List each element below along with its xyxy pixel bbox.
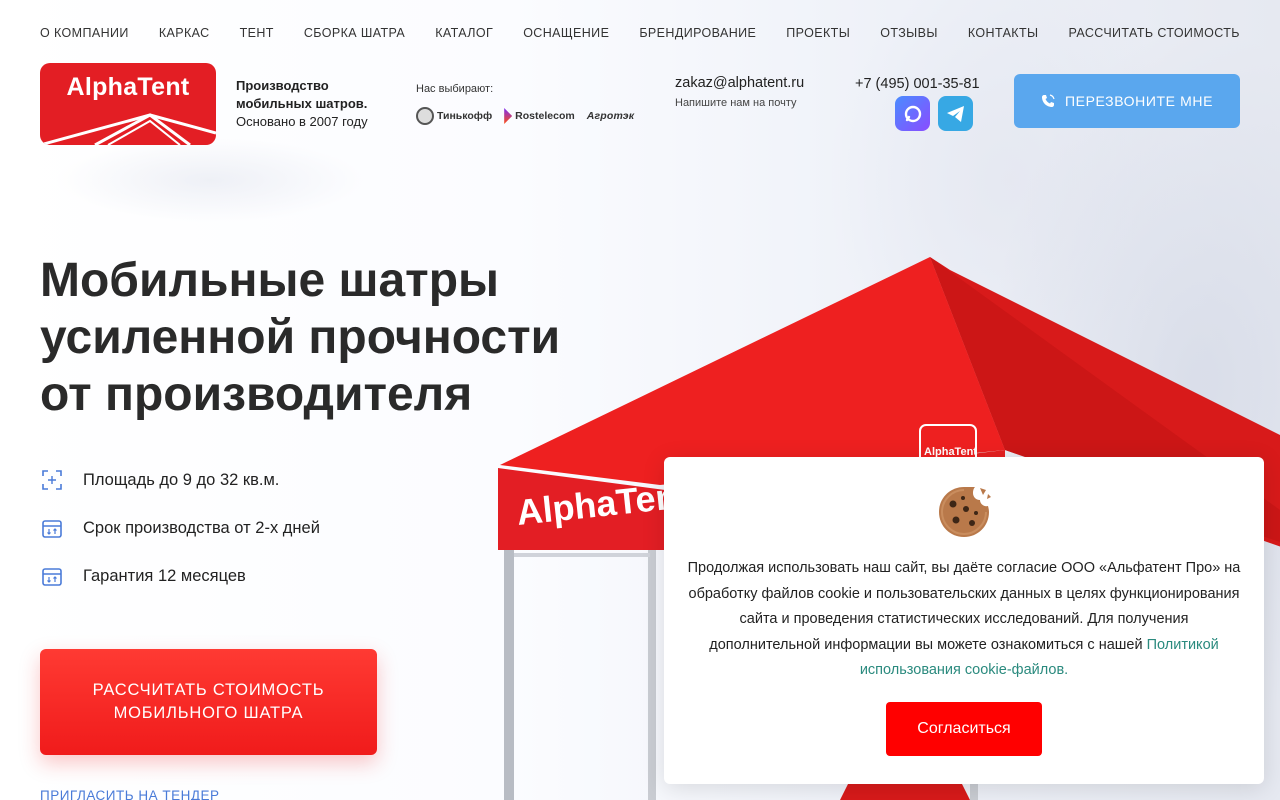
phone-icon xyxy=(1041,94,1055,107)
nav-item-catalog[interactable]: КАТАЛОГ xyxy=(435,26,493,40)
nav-item-branding[interactable]: БРЕНДИРОВАНИЕ xyxy=(639,26,756,40)
cta-line-1: РАССЧИТАТЬ СТОИМОСТЬ xyxy=(92,681,325,699)
client-tinkoff-name: Тинькофф xyxy=(437,110,493,122)
company-tagline: Производство мобильных шатров. Основано … xyxy=(236,77,368,131)
nav-item-assembly[interactable]: СБОРКА ШАТРА xyxy=(304,26,405,40)
feature-warranty: Гарантия 12 месяцев xyxy=(40,564,320,588)
nav-item-frame[interactable]: КАРКАС xyxy=(159,26,210,40)
max-icon xyxy=(904,105,921,122)
feature-production-time-text: Срок производства от 2-х дней xyxy=(83,518,320,537)
area-icon xyxy=(40,468,64,492)
callback-button[interactable]: ПЕРЕЗВОНИТЕ МНЕ xyxy=(1014,74,1240,128)
email-link[interactable]: zakaz@alphatent.ru xyxy=(675,75,804,91)
telegram-button[interactable] xyxy=(938,96,973,131)
client-logos: Тинькофф Rostelecom Агротэк xyxy=(416,107,634,125)
hero-title-line-2: усиленной прочности xyxy=(40,311,561,364)
tagline-line-1: Производство xyxy=(236,78,329,93)
max-messenger-button[interactable] xyxy=(895,96,930,131)
email-block: zakaz@alphatent.ru Напишите нам на почту xyxy=(675,75,804,109)
nav-item-calculate[interactable]: РАССЧИТАТЬ СТОИМОСТЬ xyxy=(1069,26,1240,40)
nav-item-projects[interactable]: ПРОЕКТЫ xyxy=(786,26,850,40)
tagline-line-3: Основано в 2007 году xyxy=(236,114,368,129)
nav-item-tent[interactable]: ТЕНТ xyxy=(240,26,274,40)
feature-production-time: Срок производства от 2-х дней xyxy=(40,516,320,540)
invite-to-tender-link[interactable]: ПРИГЛАСИТЬ НА ТЕНДЕР xyxy=(40,788,220,800)
hero-title-line-3: от производителя xyxy=(40,368,473,421)
agree-button[interactable]: Согласиться xyxy=(886,702,1042,756)
alphatent-logo[interactable]: AlphaTent xyxy=(40,63,216,145)
cta-line-2: МОБИЛЬНОГО ШАТРА xyxy=(113,704,304,722)
tagline-line-2: мобильных шатров. xyxy=(236,96,368,111)
calendar-icon xyxy=(40,564,64,588)
hero-title: Мобильные шатры усиленной прочности от п… xyxy=(40,252,560,423)
nav-item-contacts[interactable]: КОНТАКТЫ xyxy=(968,26,1039,40)
tinkoff-icon xyxy=(416,107,434,125)
hero-title-line-1: Мобильные шатры xyxy=(40,254,499,307)
callback-button-label: ПЕРЕЗВОНИТЕ МНЕ xyxy=(1064,93,1214,109)
cookie-consent-dialog: Продолжая использовать наш сайт, вы даёт… xyxy=(664,457,1264,784)
top-nav: О КОМПАНИИ КАРКАС ТЕНТ СБОРКА ШАТРА КАТА… xyxy=(40,24,1240,42)
calculate-cost-button[interactable]: РАССЧИТАТЬ СТОИМОСТЬ МОБИЛЬНОГО ШАТРА xyxy=(40,649,377,755)
calendar-icon xyxy=(40,516,64,540)
rostelecom-icon xyxy=(504,108,513,124)
telegram-icon xyxy=(946,105,964,122)
nav-item-reviews[interactable]: ОТЗЫВЫ xyxy=(880,26,938,40)
client-rostelecom: Rostelecom xyxy=(504,108,575,124)
client-agrotek-name: Агротэк xyxy=(586,110,635,122)
logo-text: AlphaTent xyxy=(66,73,190,101)
feature-area-text: Площадь до 9 до 32 кв.м. xyxy=(83,470,280,489)
nav-item-equipment[interactable]: ОСНАЩЕНИЕ xyxy=(523,26,609,40)
client-agrotek: Агротэк xyxy=(587,110,635,122)
client-rostelecom-name: Rostelecom xyxy=(515,110,575,122)
phone-link[interactable]: +7 (495) 001-35-81 xyxy=(855,76,980,92)
email-note: Напишите нам на почту xyxy=(675,97,797,109)
nav-item-about[interactable]: О КОМПАНИИ xyxy=(40,26,129,40)
clients-label: Нас выбирают: xyxy=(416,83,494,95)
clients-block: Нас выбирают: Тинькофф Rostelecom Агротэ… xyxy=(416,83,634,125)
client-tinkoff: Тинькофф xyxy=(416,107,492,125)
cookie-consent-text: Продолжая использовать наш сайт, вы даёт… xyxy=(686,556,1242,684)
feature-warranty-text: Гарантия 12 месяцев xyxy=(83,566,246,585)
feature-area: Площадь до 9 до 32 кв.м. xyxy=(40,468,320,492)
cookie-icon xyxy=(939,487,991,537)
features-list: Площадь до 9 до 32 кв.м. Срок производст… xyxy=(40,468,320,612)
